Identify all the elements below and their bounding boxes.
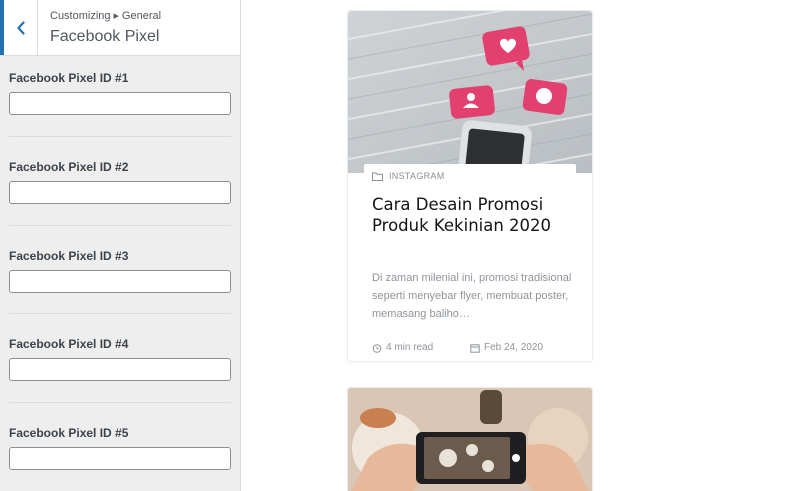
read-time: 4 min read: [372, 342, 433, 353]
pixel-id-label-2: Facebook Pixel ID #2: [9, 160, 129, 174]
post-title[interactable]: Cara Desain Promosi Produk Kekinian 2020: [372, 194, 578, 236]
pixel-id-label-4: Facebook Pixel ID #4: [9, 337, 129, 351]
section-header: Customizing ▶ General Facebook Pixel: [0, 0, 240, 56]
pixel-id-input-4[interactable]: [9, 358, 231, 381]
field-divider: [9, 136, 231, 137]
social-notifications-phone-photo: [348, 11, 592, 173]
section-title: Facebook Pixel: [50, 28, 160, 45]
post-date: Feb 24, 2020: [470, 342, 543, 353]
post-thumbnail[interactable]: [348, 388, 592, 491]
breadcrumb-separator-icon: ▶: [113, 13, 119, 20]
phone-photographing-food-photo: [348, 388, 592, 491]
calendar-icon: [470, 343, 480, 353]
post-category-label: INSTAGRAM: [389, 171, 445, 181]
clock-icon: [372, 343, 382, 353]
pixel-id-field-3: Facebook Pixel ID #3: [9, 249, 231, 293]
site-preview: INSTAGRAM Cara Desain Promosi Produk Kek…: [242, 0, 794, 491]
post-category[interactable]: INSTAGRAM: [372, 171, 578, 181]
field-divider: [9, 225, 231, 226]
post-card[interactable]: [347, 387, 593, 491]
read-time-label: 4 min read: [386, 342, 434, 353]
pixel-id-input-3[interactable]: [9, 270, 231, 293]
back-button[interactable]: [0, 0, 38, 55]
post-thumbnail[interactable]: [348, 11, 592, 173]
customizer-sidebar: Customizing ▶ General Facebook Pixel Faceb…: [0, 0, 241, 491]
chevron-left-icon: [16, 20, 25, 35]
pixel-id-field-2: Facebook Pixel ID #2: [9, 160, 231, 204]
post-meta: 4 min read Feb 24, 2020: [372, 342, 582, 356]
pixel-id-field-1: Facebook Pixel ID #1: [9, 71, 231, 115]
field-divider: [9, 402, 231, 403]
breadcrumb-parent: Customizing: [50, 10, 111, 22]
breadcrumb: Customizing ▶ General: [50, 10, 161, 22]
folder-icon: [372, 172, 383, 181]
pixel-id-label-5: Facebook Pixel ID #5: [9, 426, 129, 440]
post-card-body: INSTAGRAM Cara Desain Promosi Produk Kek…: [372, 171, 578, 236]
post-date-label: Feb 24, 2020: [484, 342, 543, 353]
post-excerpt: Di zaman milenial ini, promosi tradision…: [372, 272, 572, 320]
post-card[interactable]: INSTAGRAM Cara Desain Promosi Produk Kek…: [347, 10, 593, 362]
pixel-id-label-1: Facebook Pixel ID #1: [9, 71, 129, 85]
pixel-id-input-2[interactable]: [9, 181, 231, 204]
pixel-id-label-3: Facebook Pixel ID #3: [9, 249, 129, 263]
pixel-id-field-4: Facebook Pixel ID #4: [9, 337, 231, 381]
pixel-id-input-5[interactable]: [9, 447, 231, 470]
field-divider: [9, 313, 231, 314]
breadcrumb-current: General: [121, 10, 162, 22]
pixel-id-input-1[interactable]: [9, 92, 231, 115]
pixel-id-field-5: Facebook Pixel ID #5: [9, 426, 231, 470]
